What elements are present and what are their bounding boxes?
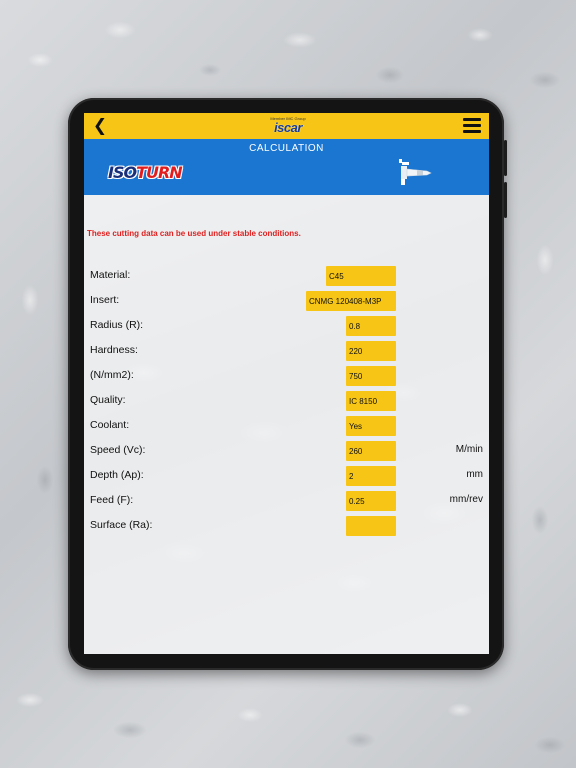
page-title: CALCULATION <box>249 143 324 154</box>
menu-button[interactable] <box>463 118 481 133</box>
surface-field[interactable] <box>346 516 396 536</box>
speed-unit: M/min <box>455 444 483 455</box>
material-label: Material: <box>90 269 131 281</box>
row-radius: Radius (R): 0.8 <box>84 316 489 336</box>
row-tensile-strength: (N/mm2): 750 <box>84 366 489 386</box>
insert-field[interactable]: CNMG 120408-M3P <box>306 291 396 311</box>
iscar-logo: Member IMC Group iscar <box>264 116 312 136</box>
insert-label: Insert: <box>90 294 120 306</box>
hamburger-icon-line <box>463 130 481 133</box>
chevron-left-icon: ❮ <box>92 116 108 135</box>
radius-label: Radius (R): <box>90 319 144 331</box>
row-coolant: Coolant: Yes <box>84 416 489 436</box>
row-material: Material: C45 <box>84 266 489 286</box>
calculation-panel: These cutting data can be used under sta… <box>84 195 489 654</box>
back-button[interactable]: ❮ <box>90 116 110 136</box>
row-insert: Insert: CNMG 120408-M3P <box>84 291 489 311</box>
tensile-strength-label: (N/mm2): <box>90 369 134 381</box>
depth-field[interactable]: 2 <box>346 466 396 486</box>
material-field[interactable]: C45 <box>326 266 396 286</box>
row-quality: Quality: IC 8150 <box>84 391 489 411</box>
row-hardness: Hardness: 220 <box>84 341 489 361</box>
hamburger-icon-line <box>463 118 481 121</box>
stability-warning: These cutting data can be used under sta… <box>87 229 301 238</box>
hardness-label: Hardness: <box>90 344 138 356</box>
volume-up-button <box>504 140 507 176</box>
row-feed: Feed (F): 0.25 mm/rev <box>84 491 489 511</box>
surface-label: Surface (Ra): <box>90 519 153 531</box>
quality-field[interactable]: IC 8150 <box>346 391 396 411</box>
quality-label: Quality: <box>90 394 126 406</box>
row-speed: Speed (Vc): 260 M/min <box>84 441 489 461</box>
coolant-label: Coolant: <box>90 419 130 431</box>
speed-field[interactable]: 260 <box>346 441 396 461</box>
feed-label: Feed (F): <box>90 494 134 506</box>
turning-tool-icon <box>399 159 432 185</box>
hardness-field[interactable]: 220 <box>346 341 396 361</box>
coolant-field[interactable]: Yes <box>346 416 396 436</box>
isoturn-logo-turn: TURN <box>136 162 183 182</box>
isoturn-logo-iso: ISO <box>108 162 137 182</box>
top-bar: ❮ Member IMC Group iscar <box>84 113 489 139</box>
title-banner: CALCULATION ISO TURN <box>84 139 489 195</box>
tensile-strength-field[interactable]: 750 <box>346 366 396 386</box>
row-surface: Surface (Ra): <box>84 516 489 536</box>
depth-unit: mm <box>466 469 483 480</box>
volume-down-button <box>504 182 507 218</box>
feed-unit: mm/rev <box>449 494 483 505</box>
logo-wordmark: iscar <box>274 120 302 135</box>
hamburger-icon-line <box>463 124 481 127</box>
app-screen: ❮ Member IMC Group iscar CALCULATION ISO… <box>84 113 489 654</box>
radius-field[interactable]: 0.8 <box>346 316 396 336</box>
speed-label: Speed (Vc): <box>90 444 146 456</box>
isoturn-logo: ISO TURN <box>108 161 218 183</box>
row-depth: Depth (Ap): 2 mm <box>84 466 489 486</box>
depth-label: Depth (Ap): <box>90 469 144 481</box>
feed-field[interactable]: 0.25 <box>346 491 396 511</box>
